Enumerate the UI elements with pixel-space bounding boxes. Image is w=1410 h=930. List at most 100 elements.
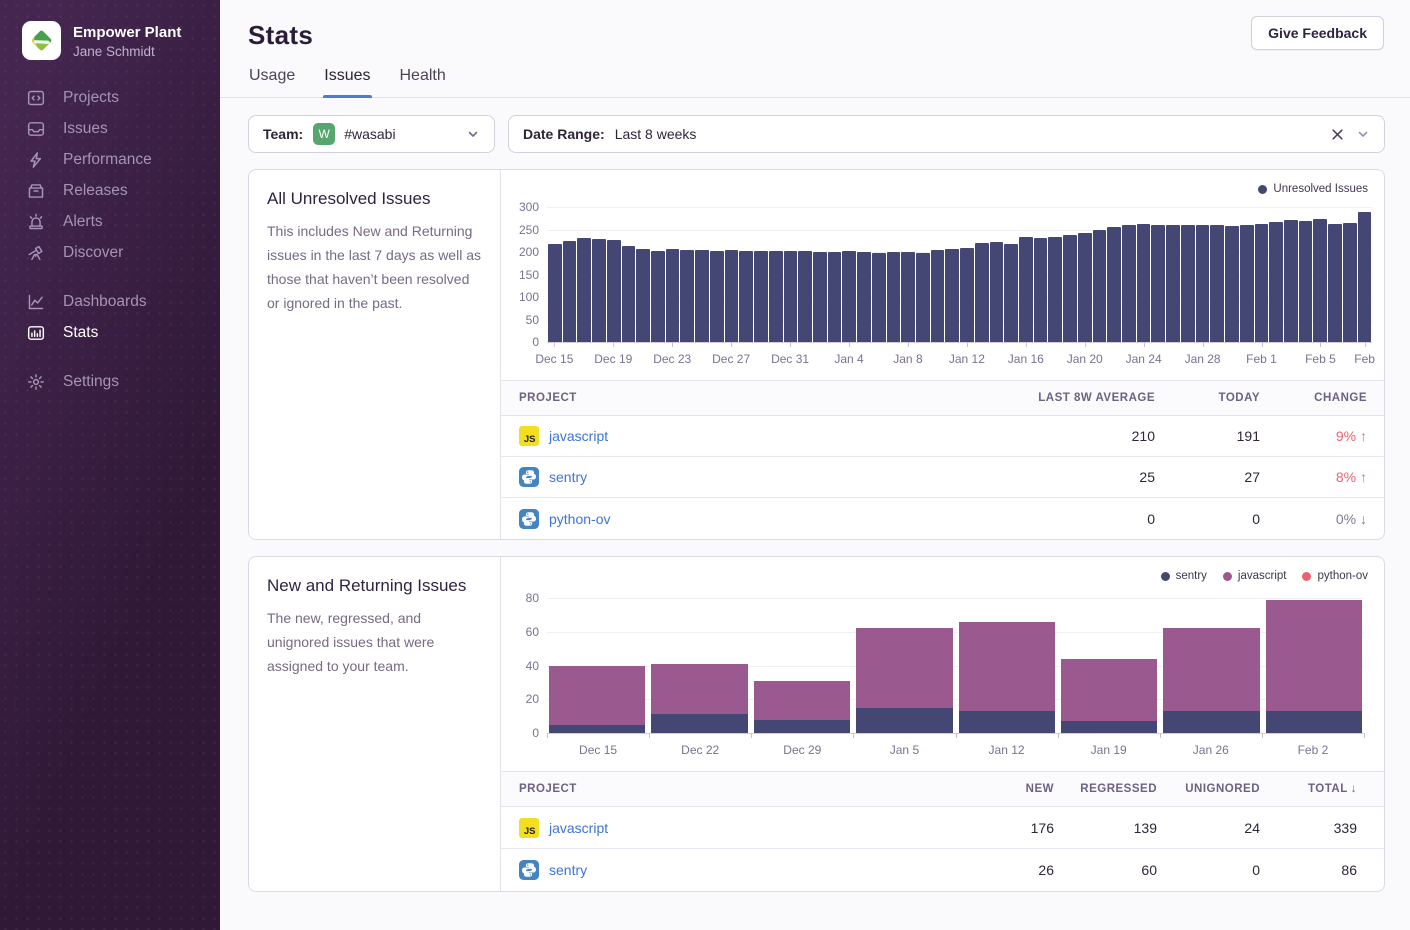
legend-item[interactable]: sentry xyxy=(1161,570,1207,582)
bar[interactable] xyxy=(1048,237,1062,342)
bar[interactable] xyxy=(1034,238,1048,342)
bar[interactable] xyxy=(1093,230,1107,343)
bar[interactable] xyxy=(1284,220,1298,342)
legend-item[interactable]: python-ov xyxy=(1302,570,1368,582)
col-total[interactable]: Total↓ xyxy=(1260,783,1357,795)
project-link[interactable]: sentry xyxy=(549,469,587,485)
bar[interactable] xyxy=(1196,225,1210,342)
sidebar-item-dashboards[interactable]: Dashboards xyxy=(0,286,220,317)
project-link[interactable]: javascript xyxy=(549,428,608,444)
bar[interactable] xyxy=(1328,224,1342,342)
bar[interactable] xyxy=(945,249,959,342)
bar[interactable] xyxy=(1151,225,1165,342)
bar[interactable] xyxy=(651,251,665,342)
bar[interactable] xyxy=(1343,223,1357,342)
stacked-bar[interactable] xyxy=(959,598,1055,733)
bar[interactable] xyxy=(577,238,591,342)
team-select[interactable]: Team: W #wasabi xyxy=(248,115,495,153)
col-unignored[interactable]: Unignored xyxy=(1157,783,1260,795)
date-range-select[interactable]: Date Range: Last 8 weeks xyxy=(508,115,1385,153)
sidebar-item-performance[interactable]: Performance xyxy=(0,144,220,175)
bar[interactable] xyxy=(931,250,945,342)
bar[interactable] xyxy=(666,249,680,342)
bar[interactable] xyxy=(990,242,1004,342)
stacked-bar[interactable] xyxy=(1163,598,1259,733)
tab-health[interactable]: Health xyxy=(399,67,447,97)
bar[interactable] xyxy=(1063,235,1077,342)
bar[interactable] xyxy=(680,250,694,342)
bar[interactable] xyxy=(607,240,621,342)
sidebar-item-alerts[interactable]: Alerts xyxy=(0,206,220,237)
col-change[interactable]: Change xyxy=(1260,392,1367,404)
bar[interactable] xyxy=(813,252,827,342)
bar[interactable] xyxy=(1299,221,1313,342)
bar[interactable] xyxy=(563,241,577,342)
bar[interactable] xyxy=(769,251,783,342)
col-last-8w-average[interactable]: Last 8w Average xyxy=(990,392,1155,404)
bar[interactable] xyxy=(1004,244,1018,342)
bar[interactable] xyxy=(1358,212,1372,343)
bar[interactable] xyxy=(1166,225,1180,342)
bar[interactable] xyxy=(710,251,724,342)
bar[interactable] xyxy=(548,244,562,342)
bar[interactable] xyxy=(592,239,606,342)
bar[interactable] xyxy=(1137,224,1151,342)
bar[interactable] xyxy=(1269,222,1283,342)
bar[interactable] xyxy=(842,251,856,342)
bar[interactable] xyxy=(695,250,709,342)
legend-item[interactable]: javascript xyxy=(1223,570,1287,582)
bar[interactable] xyxy=(1255,224,1269,342)
stacked-bar[interactable] xyxy=(651,598,747,733)
sidebar-item-stats[interactable]: Stats xyxy=(0,317,220,348)
bar[interactable] xyxy=(1225,226,1239,342)
sidebar-item-releases[interactable]: Releases xyxy=(0,175,220,206)
stacked-bar[interactable] xyxy=(754,598,850,733)
bar[interactable] xyxy=(857,252,871,342)
stacked-bar[interactable] xyxy=(1061,598,1157,733)
bar[interactable] xyxy=(1122,225,1136,342)
python-project-icon xyxy=(519,509,539,529)
bar[interactable] xyxy=(887,252,901,342)
bar[interactable] xyxy=(901,252,915,342)
bar[interactable] xyxy=(1210,225,1224,342)
bar[interactable] xyxy=(975,243,989,342)
bar[interactable] xyxy=(916,253,930,342)
bar[interactable] xyxy=(1019,237,1033,342)
tab-usage[interactable]: Usage xyxy=(248,67,296,97)
org-switcher[interactable]: Empower Plant Jane Schmidt xyxy=(0,0,220,60)
bar[interactable] xyxy=(754,251,768,342)
sidebar-item-projects[interactable]: Projects xyxy=(0,82,220,113)
bar[interactable] xyxy=(798,251,812,342)
stacked-bar[interactable] xyxy=(1266,598,1362,733)
bar[interactable] xyxy=(622,246,636,342)
bar[interactable] xyxy=(784,251,798,342)
sidebar-item-discover[interactable]: Discover xyxy=(0,237,220,268)
sidebar-item-settings[interactable]: Settings xyxy=(0,366,220,397)
give-feedback-button[interactable]: Give Feedback xyxy=(1251,16,1384,50)
bar[interactable] xyxy=(725,250,739,342)
bar[interactable] xyxy=(739,251,753,342)
tab-issues[interactable]: Issues xyxy=(323,67,371,97)
col-today[interactable]: Today xyxy=(1155,392,1260,404)
legend-item[interactable]: Unresolved Issues xyxy=(1258,183,1368,195)
javascript-project-icon: JS xyxy=(519,426,539,446)
stacked-bar[interactable] xyxy=(549,598,645,733)
stacked-bar[interactable] xyxy=(856,598,952,733)
bar[interactable] xyxy=(1107,227,1121,342)
project-link[interactable]: javascript xyxy=(549,820,608,836)
project-link[interactable]: sentry xyxy=(549,862,587,878)
project-link[interactable]: python-ov xyxy=(549,511,610,527)
bar[interactable] xyxy=(828,252,842,342)
bar[interactable] xyxy=(960,248,974,342)
change-value: 9% ↑ xyxy=(1260,428,1367,444)
bar[interactable] xyxy=(1240,225,1254,342)
sidebar-item-issues[interactable]: Issues xyxy=(0,113,220,144)
bar[interactable] xyxy=(1181,225,1195,342)
bar[interactable] xyxy=(1313,219,1327,342)
bar[interactable] xyxy=(872,253,886,342)
bar[interactable] xyxy=(636,249,650,342)
clear-icon[interactable] xyxy=(1331,128,1344,141)
col-regressed[interactable]: Regressed xyxy=(1054,783,1157,795)
bar[interactable] xyxy=(1078,233,1092,342)
col-new[interactable]: New xyxy=(944,783,1054,795)
